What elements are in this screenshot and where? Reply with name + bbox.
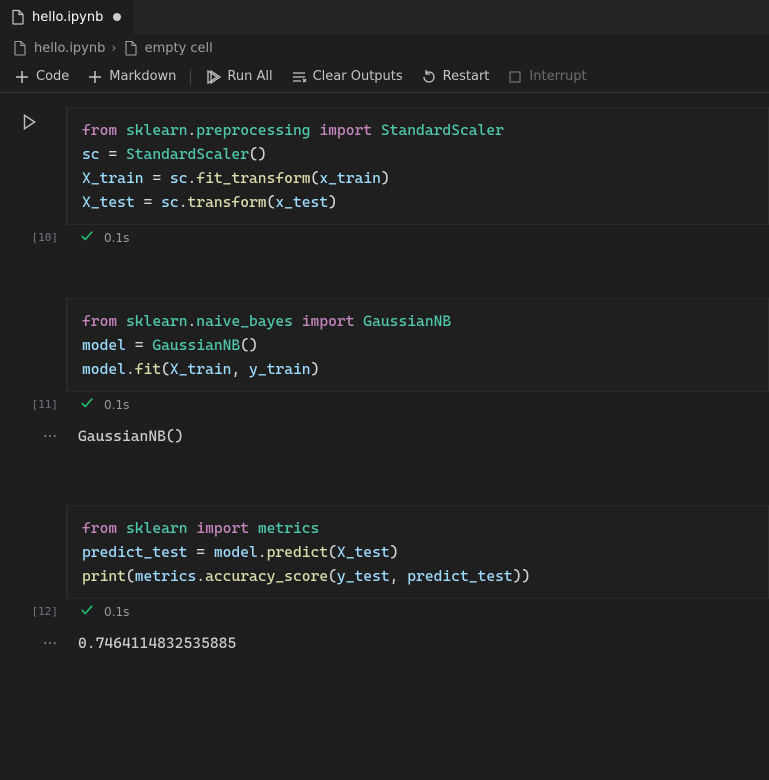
toolbar-separator	[190, 69, 191, 85]
breadcrumb: hello.ipynb › empty cell	[0, 35, 769, 61]
exec-count: [10]	[0, 231, 66, 244]
code-cell[interactable]: from sklearn.naive_bayes import Gaussian…	[0, 298, 769, 392]
restart-icon	[421, 69, 437, 85]
restart-button[interactable]: Restart	[413, 66, 498, 88]
exec-count: [11]	[0, 398, 66, 411]
plus-icon	[14, 69, 30, 85]
breadcrumb-file[interactable]: hello.ipynb	[34, 41, 105, 56]
cell-status: 0.1s	[66, 225, 135, 250]
exec-time: 0.1s	[104, 605, 129, 619]
clear-outputs-label: Clear Outputs	[313, 69, 403, 84]
exec-time: 0.1s	[104, 231, 129, 245]
code-editor[interactable]: from sklearn import metrics predict_test…	[66, 505, 769, 599]
editor-tab[interactable]: hello.ipynb	[0, 0, 134, 34]
restart-label: Restart	[443, 69, 490, 84]
cell-icon	[123, 40, 139, 56]
interrupt-button[interactable]: Interrupt	[499, 66, 594, 88]
cell-status-row: [12] 0.1s	[0, 599, 769, 624]
clear-outputs-button[interactable]: Clear Outputs	[283, 66, 411, 88]
cell-status: 0.1s	[66, 392, 135, 417]
interrupt-label: Interrupt	[529, 69, 586, 84]
cell-output: GaussianNB()	[66, 417, 183, 457]
run-all-icon	[205, 69, 221, 85]
code-cell[interactable]: from sklearn import metrics predict_test…	[0, 505, 769, 599]
cell-status-row: [11] 0.1s	[0, 392, 769, 417]
check-icon	[80, 229, 94, 246]
cell-gutter	[0, 505, 66, 599]
tab-bar: hello.ipynb	[0, 0, 769, 35]
check-icon	[80, 603, 94, 620]
file-icon	[12, 40, 28, 56]
breadcrumb-cell[interactable]: empty cell	[145, 41, 213, 56]
file-icon	[10, 9, 26, 25]
code-cell[interactable]: from sklearn.preprocessing import Standa…	[0, 107, 769, 225]
exec-count: [12]	[0, 605, 66, 618]
code-editor[interactable]: from sklearn.naive_bayes import Gaussian…	[66, 298, 769, 392]
cell-output: 0.7464114832535885	[66, 624, 236, 664]
code-editor[interactable]: from sklearn.preprocessing import Standa…	[66, 107, 769, 225]
notebook-body: from sklearn.preprocessing import Standa…	[0, 93, 769, 684]
tab-filename: hello.ipynb	[32, 10, 103, 25]
run-all-label: Run All	[227, 69, 272, 84]
add-markdown-label: Markdown	[109, 69, 176, 84]
clear-outputs-icon	[291, 69, 307, 85]
cell-gutter	[0, 107, 66, 225]
cell-output-row: … 0.7464114832535885	[0, 624, 769, 664]
add-code-button[interactable]: Code	[6, 66, 77, 88]
run-cell-button[interactable]	[20, 113, 38, 134]
check-icon	[80, 396, 94, 413]
output-indicator-icon: …	[0, 624, 66, 648]
exec-time: 0.1s	[104, 398, 129, 412]
interrupt-icon	[507, 69, 523, 85]
cell-output-row: … GaussianNB()	[0, 417, 769, 457]
chevron-right-icon: ›	[111, 41, 116, 56]
notebook-toolbar: Code Markdown Run All Clear Outputs Rest…	[0, 61, 769, 93]
cell-status: 0.1s	[66, 599, 135, 624]
dirty-indicator-icon	[113, 13, 121, 21]
plus-icon	[87, 69, 103, 85]
cell-gutter	[0, 298, 66, 392]
run-all-button[interactable]: Run All	[197, 66, 280, 88]
add-markdown-button[interactable]: Markdown	[79, 66, 184, 88]
cell-status-row: [10] 0.1s	[0, 225, 769, 250]
output-indicator-icon: …	[0, 417, 66, 441]
add-code-label: Code	[36, 69, 69, 84]
